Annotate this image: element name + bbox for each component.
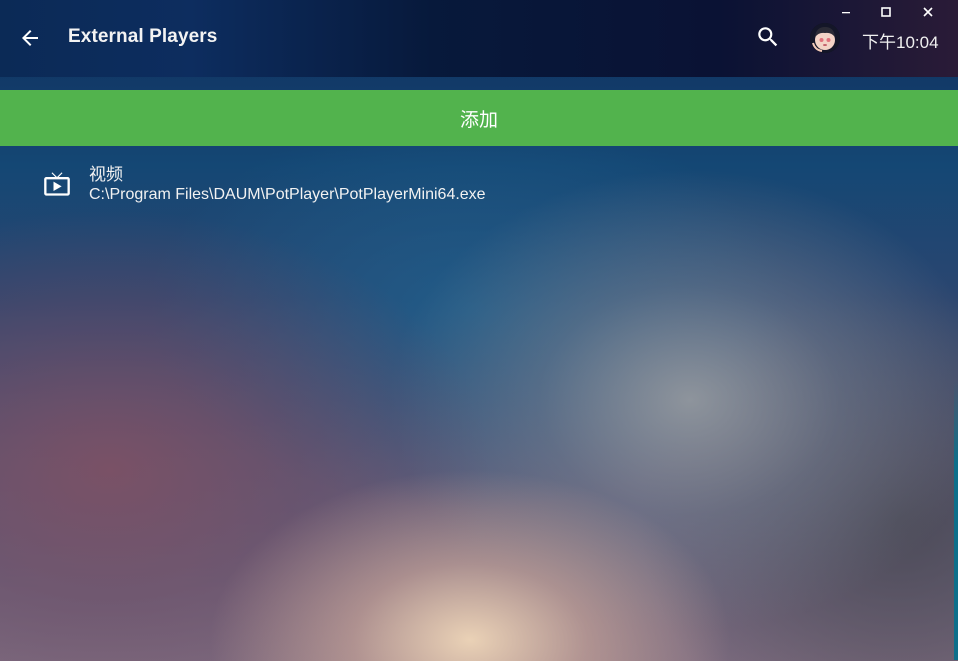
tv-play-icon (43, 170, 71, 198)
maximize-icon[interactable] (876, 2, 896, 22)
search-icon[interactable] (752, 21, 784, 53)
minimize-icon[interactable] (836, 2, 856, 22)
add-player-button[interactable]: 添加 (0, 90, 958, 146)
add-button-label: 添加 (459, 109, 498, 131)
app-header: External Players 下午10:04 (0, 0, 958, 77)
close-icon[interactable] (918, 2, 938, 22)
page-title: External Players (68, 26, 218, 47)
clock: 下午10:04 (862, 33, 939, 52)
user-avatar[interactable] (810, 23, 840, 53)
window-edge (954, 380, 958, 660)
list-item[interactable]: 视频 C:\Program Files\DAUM\PotPlayer\PotPl… (0, 150, 958, 214)
player-path: C:\Program Files\DAUM\PotPlayer\PotPlaye… (89, 186, 486, 203)
back-arrow-icon[interactable] (14, 22, 46, 54)
player-name: 视频 (89, 165, 123, 184)
